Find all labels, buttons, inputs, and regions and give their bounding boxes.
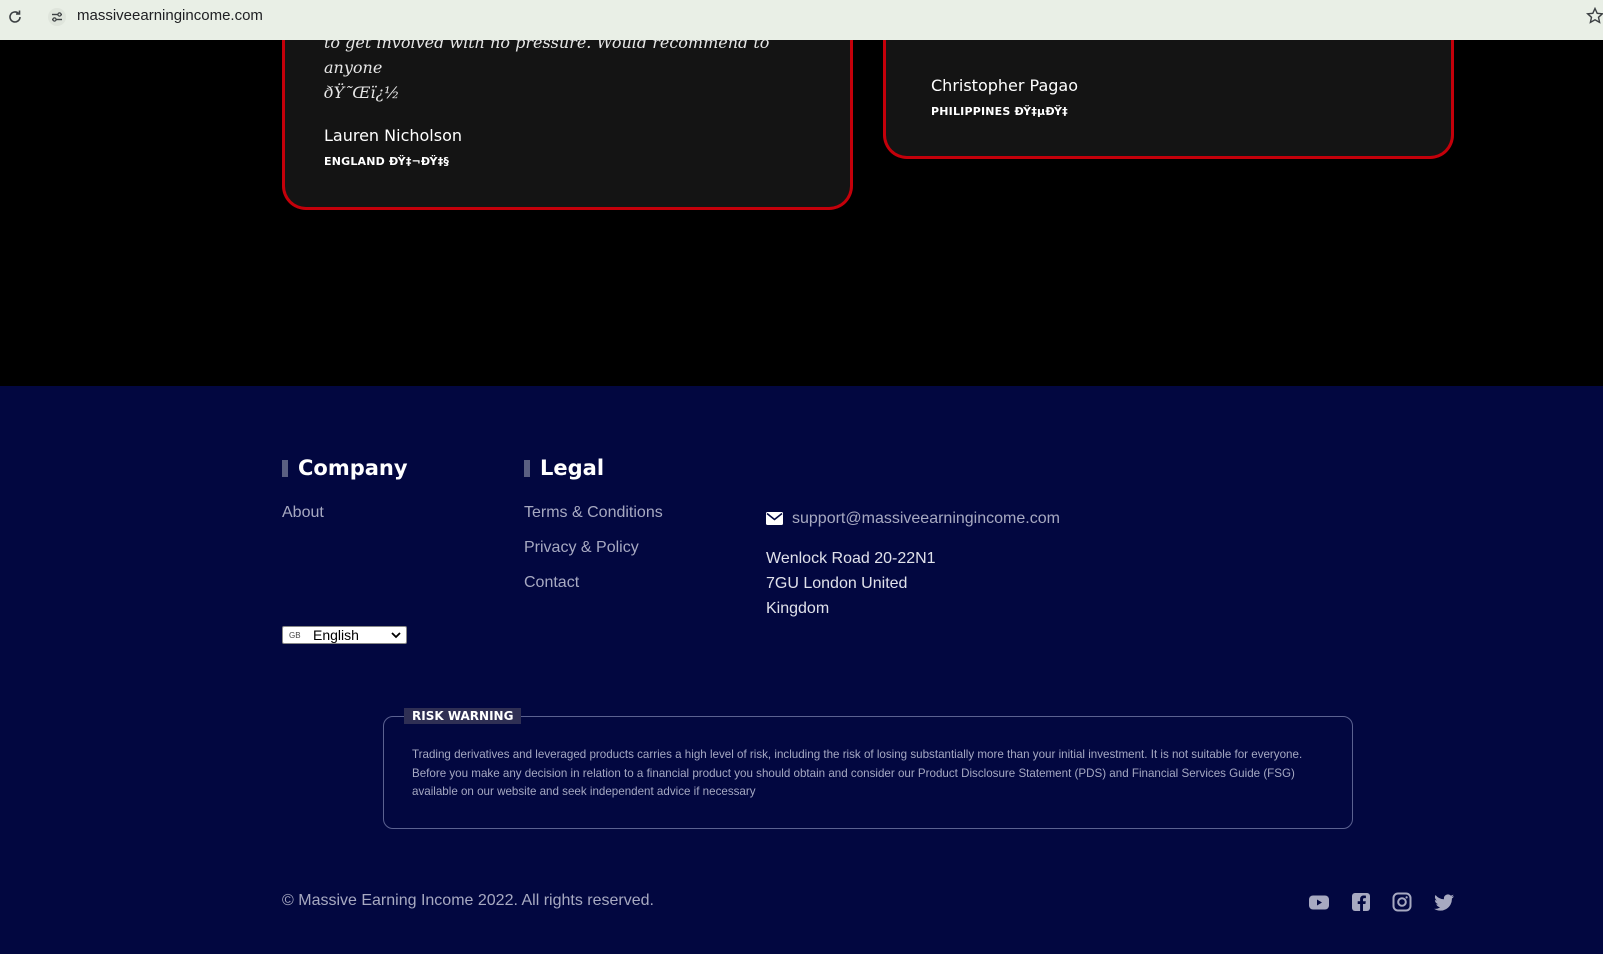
testimonial-author-name: Lauren Nicholson (324, 126, 463, 145)
gb-flag-icon: GB (289, 630, 301, 640)
testimonial-quote-tail: ðŸ˜Œï¿½ (324, 83, 400, 102)
risk-warning-text: Trading derivatives and leveraged produc… (412, 748, 1303, 798)
facebook-icon[interactable] (1350, 892, 1372, 912)
testimonial-author-country: PHILIPPINES ĐŸ‡µĐŸ‡ (931, 105, 1068, 118)
address-line: Kingdom (766, 600, 830, 617)
twitter-icon[interactable] (1433, 892, 1455, 912)
footer-heading-company: Company (282, 456, 408, 480)
testimonial-author-name: Christopher Pagao (931, 76, 1079, 95)
language-selected-value: English (313, 627, 359, 643)
address-line: 7GU London United (766, 575, 908, 592)
reload-icon[interactable] (7, 9, 23, 25)
address-bar-url[interactable]: massiveearningincome.com (77, 7, 263, 24)
footer-link-about[interactable]: About (282, 504, 324, 522)
youtube-icon[interactable] (1308, 892, 1330, 912)
testimonial-author-country: ENGLAND ĐŸ‡¬ĐŸ‡§ (324, 155, 450, 168)
risk-warning-label: RISK WARNING (404, 708, 522, 724)
testimonials-section: to get involved with no pressure. Would … (0, 40, 1603, 386)
testimonial-quote: to get involved with no pressure. Would … (324, 40, 824, 105)
testimonial-card: Christopher Pagao PHILIPPINES ĐŸ‡µĐŸ‡ (883, 40, 1454, 159)
browser-toolbar: massiveearningincome.com (0, 0, 1603, 40)
testimonial-quote-line: to get involved with no pressure. Would … (324, 40, 770, 77)
language-select[interactable]: GB English (282, 626, 407, 644)
instagram-icon[interactable] (1391, 892, 1413, 912)
contact-address: Wenlock Road 20-22N1 7GU London United K… (766, 546, 966, 621)
site-info-icon[interactable] (48, 8, 66, 26)
envelope-icon (766, 512, 783, 525)
copyright-text: © Massive Earning Income 2022. All right… (282, 892, 654, 909)
site-footer: Company About Legal Terms & Conditions P… (0, 386, 1603, 954)
chevron-down-icon (391, 632, 401, 639)
risk-warning-box: RISK WARNING Trading derivatives and lev… (383, 708, 1353, 829)
footer-link-privacy[interactable]: Privacy & Policy (524, 539, 639, 557)
footer-link-terms[interactable]: Terms & Conditions (524, 504, 663, 522)
footer-heading-legal: Legal (524, 456, 604, 480)
testimonial-card: to get involved with no pressure. Would … (282, 40, 853, 210)
footer-link-contact[interactable]: Contact (524, 574, 579, 592)
contact-email-link[interactable]: support@massiveearningincome.com (792, 510, 1060, 528)
bookmark-star-icon[interactable] (1586, 7, 1603, 25)
address-line: Wenlock Road 20-22N1 (766, 550, 936, 567)
